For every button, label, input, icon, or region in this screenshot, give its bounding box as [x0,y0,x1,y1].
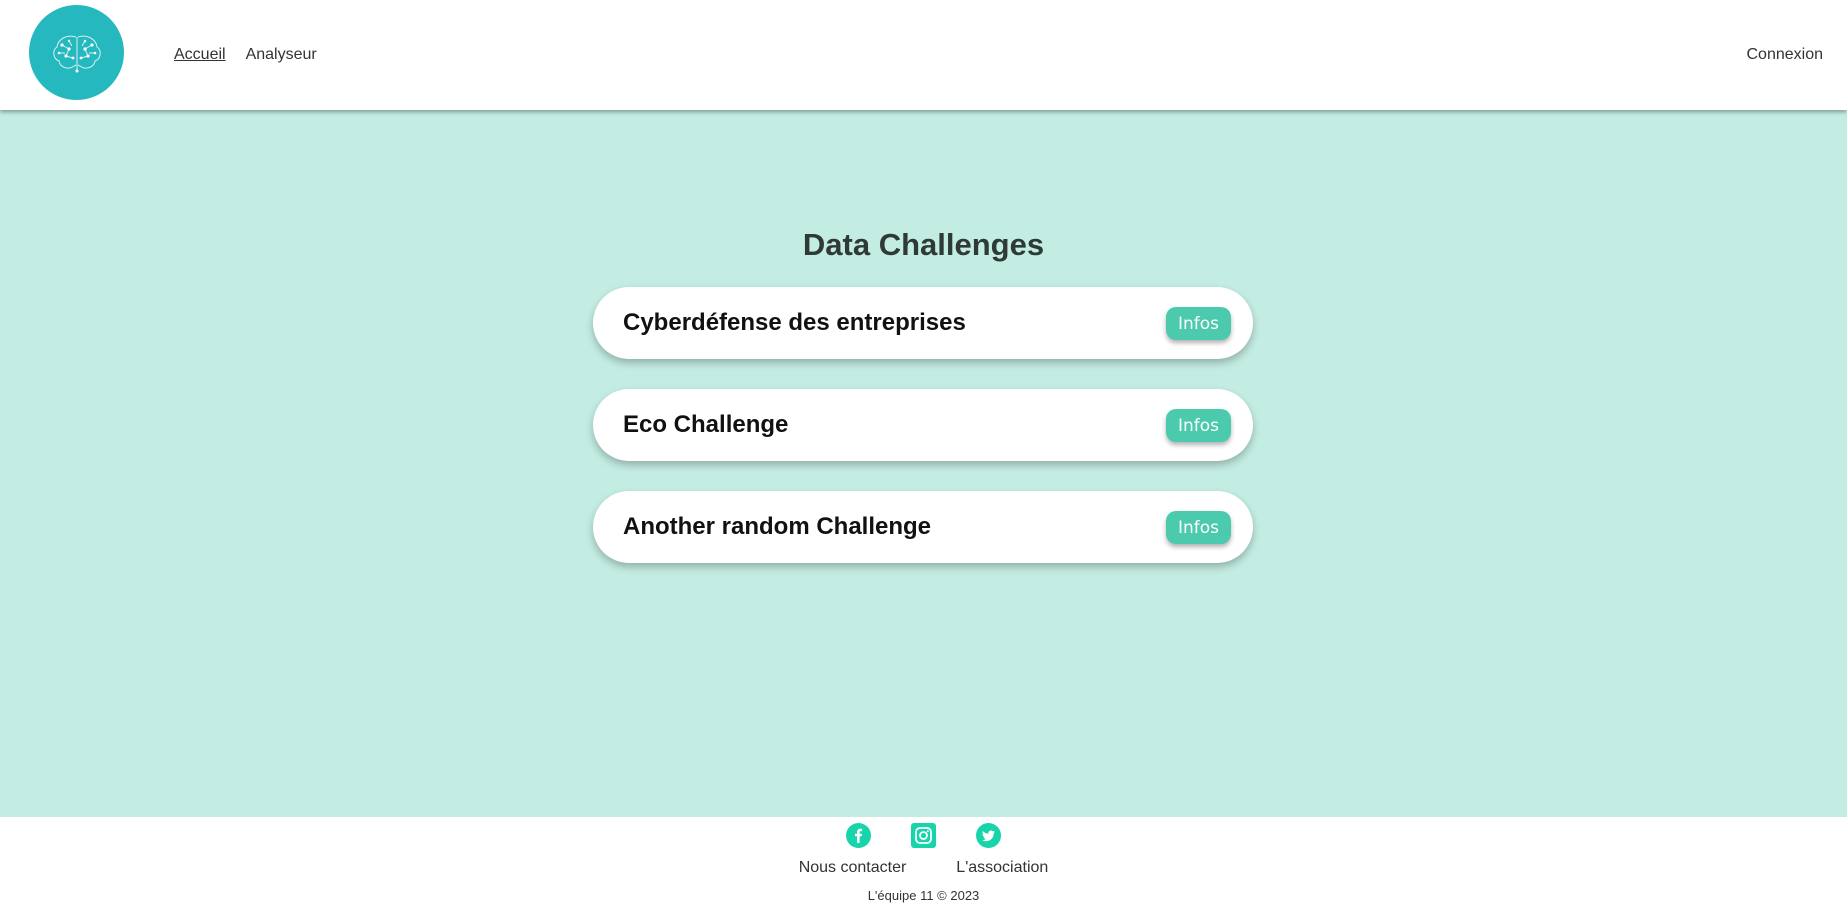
challenge-card: Eco Challenge Infos [593,389,1253,461]
infos-button[interactable]: Infos [1166,409,1231,442]
site-header: Accueil Analyseur Connexion [0,0,1847,110]
copyright: L'équipe 11 © 2023 [867,888,980,903]
challenge-title: Another random Challenge [623,513,932,540]
main-nav: Accueil Analyseur [174,46,317,64]
infos-button[interactable]: Infos [1166,307,1231,340]
nav-item-analyseur[interactable]: Analyseur [246,46,317,64]
challenge-title: Cyberdéfense des entreprises [623,309,966,336]
site-footer: Nous contacter L'association L'équipe 11… [0,817,1847,909]
challenge-list: Cyberdéfense des entreprises Infos Eco C… [593,287,1253,593]
facebook-icon[interactable] [846,823,871,848]
challenge-card: Cyberdéfense des entreprises Infos [593,287,1253,359]
challenge-card: Another random Challenge Infos [593,491,1253,563]
nav-item-accueil[interactable]: Accueil [174,46,226,64]
social-links [0,823,1847,848]
contact-link[interactable]: Nous contacter [799,859,907,877]
footer-links: Nous contacter L'association [0,859,1847,877]
logo[interactable] [29,5,124,100]
challenge-title: Eco Challenge [623,411,789,438]
infos-button[interactable]: Infos [1166,511,1231,544]
main-content: Data Challenges Cyberdéfense des entrepr… [0,110,1847,817]
login-link[interactable]: Connexion [1747,46,1824,64]
page-title: Data Challenges [802,227,1045,262]
brain-circuit-icon [52,35,101,72]
instagram-icon[interactable] [911,823,936,848]
association-link[interactable]: L'association [956,859,1048,877]
twitter-icon[interactable] [976,823,1001,848]
